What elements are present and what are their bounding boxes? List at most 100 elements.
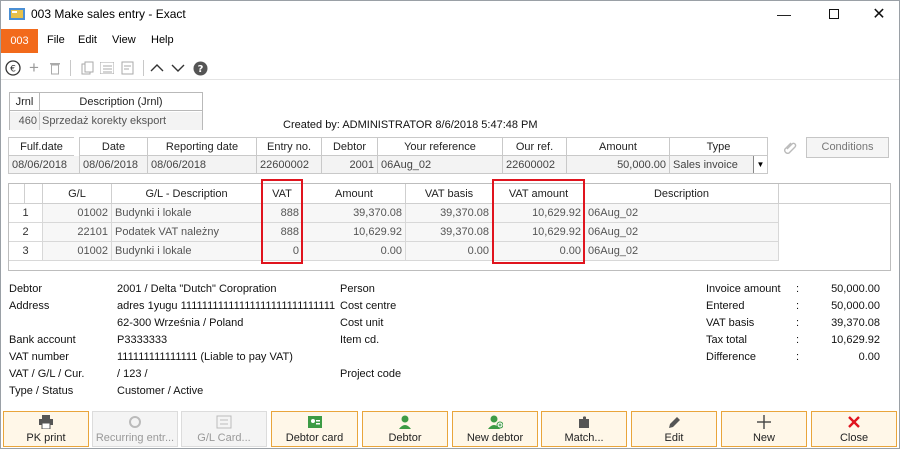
- address-line-2: 62-300 Września / Poland: [117, 317, 244, 329]
- label-invoice-amount: Invoice amount: [706, 283, 781, 295]
- attachment-icon[interactable]: [783, 140, 797, 154]
- type-select[interactable]: Sales invoice ▼: [669, 156, 768, 174]
- add-icon[interactable]: +: [25, 58, 43, 77]
- currency-icon[interactable]: €: [4, 59, 22, 77]
- note-icon[interactable]: [118, 59, 136, 77]
- column-header-vat-amount[interactable]: VAT amount: [493, 184, 585, 204]
- recurring-entries-button[interactable]: Recurring entr...: [92, 411, 178, 447]
- totals-separator: :: [796, 283, 800, 295]
- label-item-cd: Item cd.: [340, 334, 380, 346]
- gl-cell[interactable]: 22101: [43, 223, 112, 242]
- amount-cell[interactable]: 39,370.08: [303, 204, 406, 223]
- conditions-button[interactable]: Conditions: [806, 137, 889, 158]
- delete-icon[interactable]: [46, 59, 64, 77]
- gl-cell[interactable]: 01002: [43, 242, 112, 261]
- match-label: Match...: [564, 432, 604, 444]
- label-debtor: Debtor: [9, 283, 43, 295]
- vat-cell[interactable]: 888: [262, 204, 303, 223]
- debtor-card-button[interactable]: Debtor card: [271, 411, 358, 447]
- difference-value: 0.00: [858, 351, 880, 363]
- pk-print-button[interactable]: PK print: [3, 411, 89, 447]
- header-date: Date: [79, 137, 147, 156]
- minimize-button[interactable]: —: [761, 1, 807, 27]
- vat-basis-cell[interactable]: 39,370.08: [406, 204, 493, 223]
- column-header-gl[interactable]: G/L: [43, 184, 112, 204]
- your-reference-field[interactable]: 06Aug_02: [377, 156, 502, 174]
- column-header-gl-description[interactable]: G/L - Description: [112, 184, 262, 204]
- menu-help[interactable]: Help: [151, 34, 174, 46]
- amount-cell[interactable]: 0.00: [303, 242, 406, 261]
- row-number[interactable]: 3: [9, 242, 43, 261]
- window-title: 003 Make sales entry - Exact: [31, 7, 186, 21]
- title-bar: 003 Make sales entry - Exact — ✕: [1, 1, 899, 27]
- close-icon: [846, 415, 862, 429]
- reporting-date-field[interactable]: 08/06/2018: [147, 156, 256, 174]
- toolbar: € + ?: [1, 56, 899, 80]
- header-amount: Amount: [566, 137, 669, 156]
- vat-cell[interactable]: 0: [262, 242, 303, 261]
- vat-cell[interactable]: 888: [262, 223, 303, 242]
- match-button[interactable]: Match...: [541, 411, 627, 447]
- menu-edit[interactable]: Edit: [78, 34, 97, 46]
- vat-basis-cell[interactable]: 39,370.08: [406, 223, 493, 242]
- debtor-button[interactable]: Debtor: [362, 411, 448, 447]
- new-debtor-label: New debtor: [466, 432, 524, 444]
- close-window-button[interactable]: ✕: [856, 1, 900, 27]
- header-reporting-date: Reporting date: [147, 137, 256, 156]
- fulf-date-field[interactable]: 08/06/2018: [8, 156, 79, 174]
- chevron-up-icon[interactable]: [148, 59, 166, 77]
- totals-separator: :: [796, 351, 800, 363]
- debtor-label: Debtor: [388, 432, 422, 444]
- column-header-amount[interactable]: Amount: [303, 184, 406, 204]
- column-header-vat[interactable]: VAT: [262, 184, 303, 204]
- maximize-button[interactable]: [811, 1, 857, 27]
- journal-code: 460: [10, 112, 40, 130]
- entry-lines-grid: G/L G/L - Description VAT Amount VAT bas…: [8, 183, 891, 271]
- debtor-field[interactable]: 2001: [321, 156, 377, 174]
- row-number[interactable]: 1: [9, 204, 43, 223]
- amount-cell[interactable]: 10,629.92: [303, 223, 406, 242]
- vat-amount-cell[interactable]: 10,629.92: [493, 204, 585, 223]
- toolbar-separator: [70, 60, 71, 76]
- menu-file[interactable]: File: [47, 34, 65, 46]
- description-cell[interactable]: 06Aug_02: [585, 242, 779, 261]
- close-button[interactable]: Close: [811, 411, 897, 447]
- gl-card-label: G/L Card...: [197, 432, 251, 444]
- new-button[interactable]: New: [721, 411, 807, 447]
- chevron-down-icon[interactable]: [169, 59, 187, 77]
- row-number[interactable]: 2: [9, 223, 43, 242]
- help-icon[interactable]: ?: [191, 59, 209, 77]
- menu-view[interactable]: View: [112, 34, 136, 46]
- vat-amount-cell[interactable]: 0.00: [493, 242, 585, 261]
- column-header-vat-basis[interactable]: VAT basis: [406, 184, 493, 204]
- label-address: Address: [9, 300, 50, 312]
- gl-description-cell[interactable]: Budynki i lokale: [112, 242, 262, 261]
- list-icon[interactable]: [98, 59, 116, 77]
- new-label: New: [752, 432, 775, 444]
- date-field[interactable]: 08/06/2018: [79, 156, 147, 174]
- gl-description-cell[interactable]: Budynki i lokale: [112, 204, 262, 223]
- add-person-icon: [487, 415, 504, 429]
- totals-separator: :: [796, 317, 800, 329]
- gl-card-button[interactable]: G/L Card...: [181, 411, 267, 447]
- vat-basis-value: 39,370.08: [831, 317, 880, 329]
- card-icon: [216, 415, 232, 429]
- entry-no-field[interactable]: 22600002: [256, 156, 321, 174]
- vat-basis-cell[interactable]: 0.00: [406, 242, 493, 261]
- label-difference: Difference: [706, 351, 756, 363]
- description-cell[interactable]: 06Aug_02: [585, 223, 779, 242]
- copy-icon[interactable]: [79, 59, 97, 77]
- description-cell[interactable]: 06Aug_02: [585, 204, 779, 223]
- bottom-button-bar: PK print Recurring entr... G/L Card... D…: [1, 409, 899, 449]
- column-header-description[interactable]: Description: [585, 184, 779, 204]
- dropdown-arrow-icon[interactable]: ▼: [753, 156, 767, 173]
- new-debtor-button[interactable]: New debtor: [452, 411, 538, 447]
- edit-button[interactable]: Edit: [631, 411, 717, 447]
- gl-cell[interactable]: 01002: [43, 204, 112, 223]
- our-ref-field[interactable]: 22600002: [502, 156, 566, 174]
- vat-amount-cell[interactable]: 10,629.92: [493, 223, 585, 242]
- journal-box: Jrnl Description (Jrnl) 460 Sprzedaż kor…: [9, 92, 203, 130]
- amount-field[interactable]: 50,000.00: [566, 156, 669, 174]
- gl-description-cell[interactable]: Podatek VAT należny: [112, 223, 262, 242]
- invoice-amount-value: 50,000.00: [831, 283, 880, 295]
